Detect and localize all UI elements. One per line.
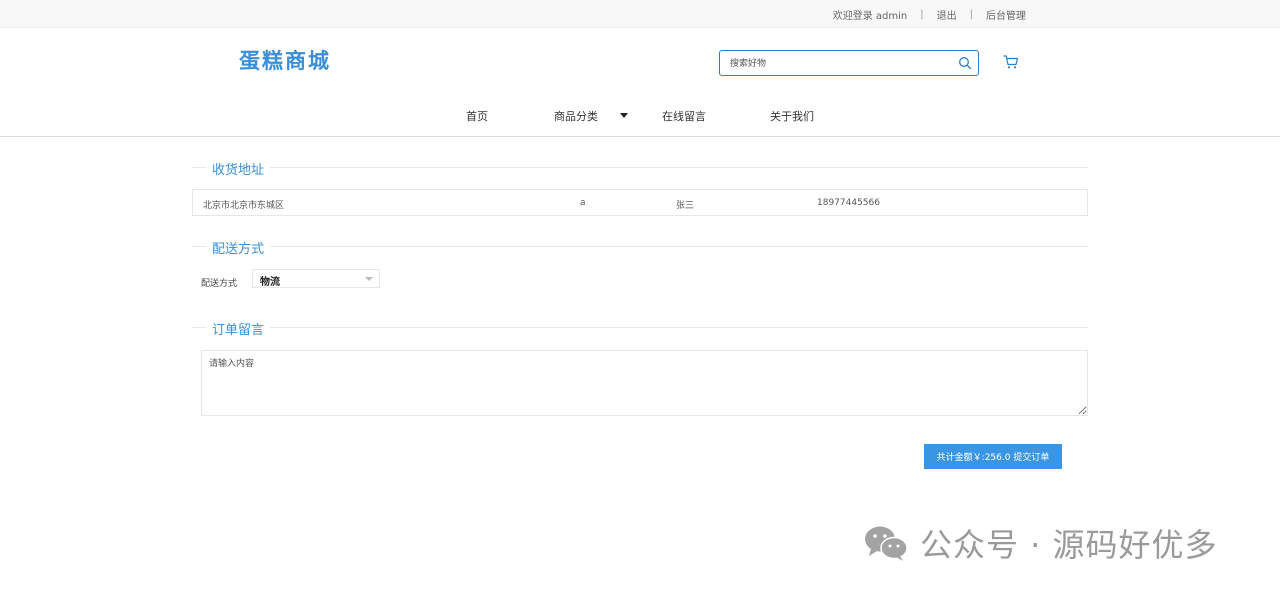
message-section-title: 订单留言 — [192, 319, 1088, 338]
divider — [192, 167, 206, 168]
divider — [192, 246, 206, 247]
header: 蛋糕商城 首页 商品分类 在线留言 关于我们 — [0, 28, 1280, 137]
divider — [270, 246, 1088, 247]
caret-down-icon[interactable] — [620, 113, 628, 118]
divider — [270, 327, 1088, 328]
watermark: 公众号 · 源码好优多 — [862, 520, 1218, 566]
top-bar-links: 欢迎登录 admin | 退出 | 后台管理 — [833, 7, 1026, 22]
divider — [270, 167, 1088, 168]
address-detail: a — [580, 198, 586, 208]
wechat-icon — [865, 526, 908, 561]
top-bar: 欢迎登录 admin | 退出 | 后台管理 — [0, 0, 1280, 28]
logout-link[interactable]: 退出 — [937, 7, 957, 22]
divider: | — [969, 9, 973, 20]
section-title-text: 收货地址 — [212, 163, 265, 178]
shipping-select[interactable]: 物流 — [252, 269, 380, 288]
shipping-label: 配送方式 — [201, 279, 238, 289]
address-region: 北京市北京市东城区 — [203, 201, 285, 211]
divider — [192, 327, 206, 328]
nav-about[interactable]: 关于我们 — [770, 108, 814, 124]
divider: | — [920, 9, 924, 20]
search-input[interactable] — [720, 52, 950, 76]
recipient-name: 张三 — [676, 201, 695, 211]
admin-link[interactable]: 后台管理 — [986, 7, 1026, 22]
watermark-text: 公众号 · 源码好优多 — [920, 526, 1218, 564]
shipping-section-title: 配送方式 — [192, 238, 1088, 257]
section-title-text: 配送方式 — [212, 242, 265, 257]
submit-order-button[interactable]: 共计金额￥:256.0 提交订单 — [924, 444, 1062, 469]
address-row[interactable]: 北京市北京市东城区 a 张三 18977445566 — [192, 189, 1088, 216]
section-title-text: 订单留言 — [212, 323, 265, 338]
nav-home[interactable]: 首页 — [466, 108, 488, 124]
order-message-input[interactable] — [201, 350, 1088, 416]
logo[interactable]: 蛋糕商城 — [239, 45, 331, 75]
search-box — [719, 50, 979, 76]
recipient-phone: 18977445566 — [817, 198, 880, 208]
welcome-text: 欢迎登录 admin — [832, 11, 908, 22]
shipping-selected-value: 物流 — [260, 277, 280, 288]
search-icon[interactable] — [958, 56, 972, 70]
main-nav: 首页 商品分类 在线留言 关于我们 — [0, 108, 1280, 126]
nav-message[interactable]: 在线留言 — [662, 108, 706, 124]
address-section-title: 收货地址 — [192, 159, 1088, 178]
cart-icon[interactable] — [1003, 54, 1019, 70]
chevron-down-icon — [365, 277, 373, 281]
nav-categories[interactable]: 商品分类 — [554, 108, 598, 124]
